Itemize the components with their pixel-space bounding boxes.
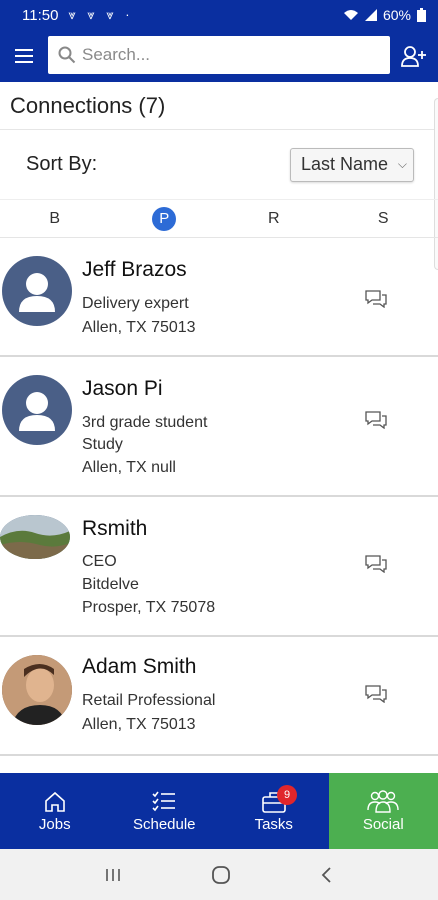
letter-p[interactable]: P — [110, 200, 220, 237]
avatar — [2, 655, 72, 725]
tab-label: Jobs — [38, 815, 71, 833]
tab-social[interactable]: Social — [328, 773, 438, 849]
connection-title: Retail Professional — [82, 692, 216, 709]
recent-apps-icon[interactable] — [104, 867, 122, 883]
search-icon — [58, 46, 76, 64]
chat-icon[interactable] — [364, 288, 388, 308]
tab-label: Tasks — [254, 815, 293, 833]
connection-name: Rsmith — [82, 517, 148, 540]
connection-name: Jason Pi — [82, 377, 163, 400]
chat-icon[interactable] — [364, 553, 388, 573]
sort-row: Sort By: Last Name ⌵ — [0, 130, 438, 200]
sort-select[interactable]: Last Name ⌵ — [290, 147, 414, 182]
home-button-icon[interactable] — [211, 865, 231, 885]
avatar — [0, 515, 70, 559]
menu-icon[interactable] — [0, 30, 48, 82]
chevron-down-icon: ⌵ — [397, 157, 407, 171]
tab-jobs[interactable]: Jobs — [0, 773, 110, 849]
tab-label: Schedule — [132, 815, 196, 833]
connection-location: Allen, TX 75013 — [82, 716, 196, 733]
connection-subtitle: Study — [82, 436, 123, 453]
connection-location: Allen, TX 75013 — [82, 319, 196, 336]
list-item[interactable]: Adam Smith Retail Professional Allen, TX… — [0, 637, 438, 756]
avatar — [2, 375, 72, 445]
home-icon — [44, 791, 65, 812]
list-item[interactable]: Jason Pi 3rd grade student Study Allen, … — [0, 357, 438, 497]
add-person-icon — [401, 46, 426, 67]
connection-location: Allen, TX null — [82, 459, 176, 476]
signal-icon — [364, 9, 377, 21]
connection-company: Bitdelve — [82, 576, 139, 593]
connection-title: CEO — [82, 553, 117, 570]
checklist-icon — [152, 791, 176, 811]
app-bar — [0, 30, 438, 82]
letter-b[interactable]: B — [0, 200, 110, 237]
search-box[interactable] — [48, 36, 390, 74]
sort-selected-value: Last Name — [301, 154, 389, 174]
system-nav-bar — [0, 849, 438, 900]
battery-percent: 60% — [382, 7, 411, 23]
tab-label: Social — [362, 815, 404, 833]
list-item[interactable]: Jeff Brazos Delivery expert Allen, TX 75… — [0, 238, 438, 357]
letter-index: B P R S — [0, 200, 438, 238]
connection-title: Delivery expert — [82, 295, 189, 312]
connection-list: Jeff Brazos Delivery expert Allen, TX 75… — [0, 238, 438, 756]
connection-name: Adam Smith — [82, 655, 197, 678]
list-item[interactable]: Rsmith CEO Bitdelve Prosper, TX 75078 — [0, 497, 438, 637]
connection-location: Prosper, TX 75078 — [82, 599, 216, 616]
sort-label: Sort By: — [26, 153, 98, 175]
people-icon — [367, 789, 399, 813]
notification-icons: ⩔ ⩔ ⩔ · — [68, 7, 134, 22]
tab-schedule[interactable]: Schedule — [110, 773, 220, 849]
chat-icon[interactable] — [364, 409, 388, 429]
wifi-icon — [343, 10, 358, 20]
chat-icon[interactable] — [364, 683, 388, 703]
connection-title: 3rd grade student — [82, 414, 208, 431]
battery-icon — [417, 8, 426, 22]
tasks-count-badge: 9 — [277, 785, 297, 805]
status-bar: 11:50 ⩔ ⩔ ⩔ · 60% — [0, 0, 438, 30]
tab-tasks[interactable]: Tasks 9 — [219, 773, 329, 849]
page-title: Connections (7) — [0, 82, 438, 130]
status-time: 11:50 — [22, 6, 59, 24]
add-user-button[interactable] — [398, 40, 430, 72]
bottom-tab-bar: Jobs Schedule Tasks 9 Social — [0, 773, 438, 849]
search-input[interactable] — [82, 45, 362, 65]
letter-s[interactable]: S — [329, 200, 438, 237]
avatar — [2, 256, 72, 326]
connection-name: Jeff Brazos — [82, 258, 187, 281]
back-icon[interactable] — [320, 866, 334, 884]
letter-r[interactable]: R — [219, 200, 329, 237]
